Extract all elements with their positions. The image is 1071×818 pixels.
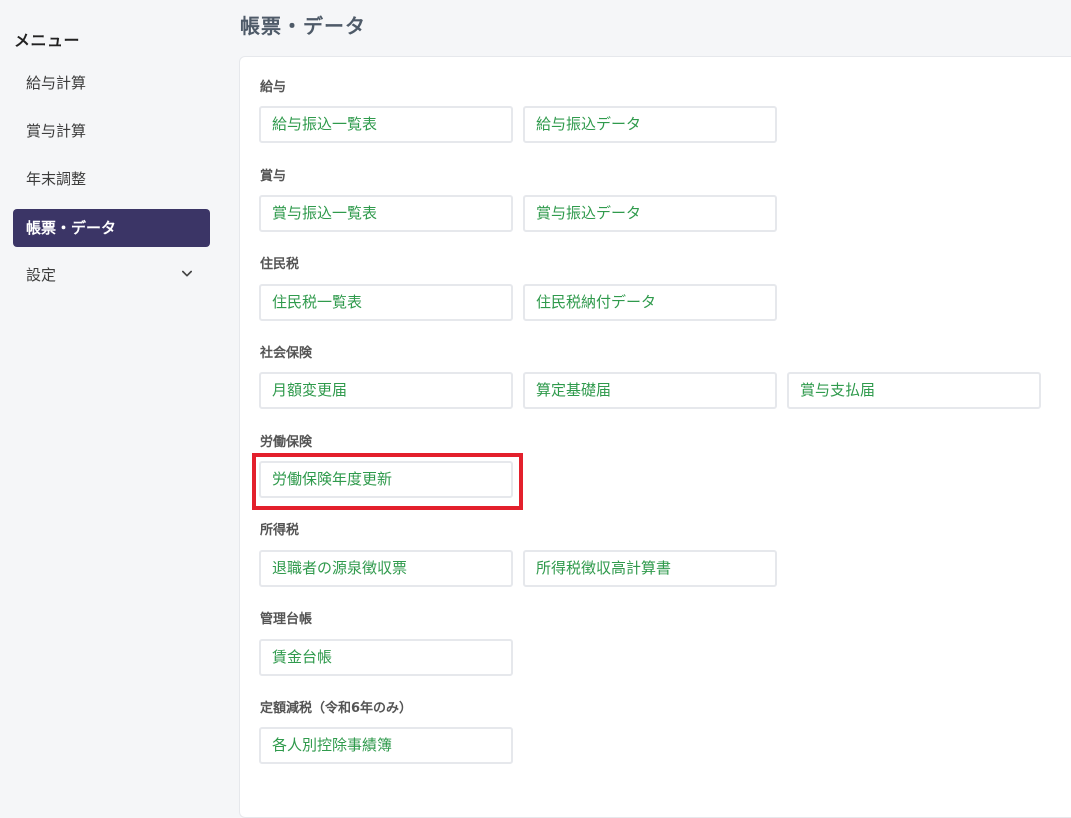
sidebar-item-label: 給与計算: [26, 74, 87, 92]
chevron-down-icon[interactable]: [182, 269, 192, 279]
section-label-management-ledger: 管理台帳: [260, 612, 313, 627]
bonus-transfer-list-button[interactable]: 賞与振込一覧表: [259, 195, 513, 232]
section-label-social-insurance: 社会保険: [260, 346, 313, 361]
section-label-income-tax: 所得税: [260, 523, 300, 538]
sidebar-item-label: 賞与計算: [26, 122, 87, 140]
bonus-payment-notice-button[interactable]: 賞与支払届: [787, 372, 1041, 409]
salary-transfer-list-button[interactable]: 給与振込一覧表: [259, 106, 513, 143]
bonus-transfer-data-button[interactable]: 賞与振込データ: [523, 195, 777, 232]
individual-deduction-record-button[interactable]: 各人別控除事績簿: [259, 727, 513, 764]
retiree-withholding-slip-button[interactable]: 退職者の源泉徴収票: [259, 550, 513, 587]
section-label-bonus: 賞与: [260, 169, 287, 184]
sidebar: メニュー 給与計算 賞与計算 年末調整 帳票・データ 設定: [0, 0, 222, 796]
sidebar-title: メニュー: [14, 31, 81, 50]
resident-tax-payment-data-button[interactable]: 住民税納付データ: [523, 284, 777, 321]
sidebar-item-label: 帳票・データ: [26, 219, 117, 237]
section-label-salary: 給与: [260, 80, 287, 95]
sidebar-item-reports-data[interactable]: 帳票・データ: [13, 209, 210, 247]
section-label-labor-insurance: 労働保険: [260, 435, 313, 450]
wage-ledger-button[interactable]: 賃金台帳: [259, 639, 513, 676]
sidebar-item-settings[interactable]: 設定: [13, 256, 210, 294]
salary-transfer-data-button[interactable]: 給与振込データ: [523, 106, 777, 143]
sidebar-item-payroll[interactable]: 給与計算: [13, 64, 210, 102]
sidebar-item-bonus[interactable]: 賞与計算: [13, 112, 210, 150]
sidebar-item-year-end-adjustment[interactable]: 年末調整: [13, 160, 210, 198]
sidebar-item-label: 年末調整: [26, 170, 87, 188]
labor-insurance-annual-renewal-button[interactable]: 労働保険年度更新: [259, 461, 513, 498]
sidebar-item-label: 設定: [26, 266, 57, 284]
resident-tax-list-button[interactable]: 住民税一覧表: [259, 284, 513, 321]
income-tax-collection-statement-button[interactable]: 所得税徴収高計算書: [523, 550, 777, 587]
monthly-change-notice-button[interactable]: 月額変更届: [259, 372, 513, 409]
section-label-fixed-tax-reduction: 定額減税（令和6年のみ）: [260, 701, 413, 716]
section-label-resident-tax: 住民税: [260, 257, 300, 272]
base-calculation-notice-button[interactable]: 算定基礎届: [523, 372, 777, 409]
page-title: 帳票・データ: [240, 14, 366, 38]
